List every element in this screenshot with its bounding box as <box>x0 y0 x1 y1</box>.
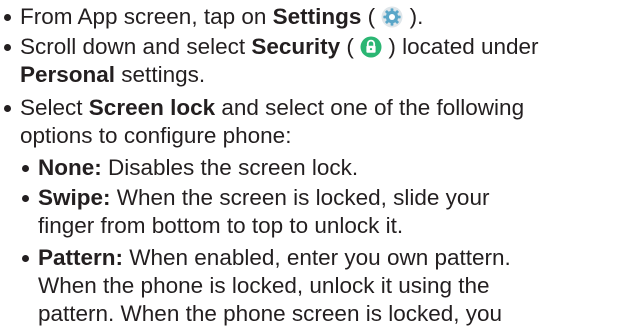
paren-open: ( <box>340 34 361 59</box>
paren-close: ) located under <box>382 34 539 59</box>
option-title: None: <box>38 155 102 180</box>
option-title: Swipe: <box>38 185 111 210</box>
option-pattern: Pattern: When enabled, enter you own pat… <box>38 244 511 272</box>
step-settings: From App screen, tap on Settings ( ). <box>20 3 423 31</box>
option-text: When the phone is locked, unlock it usin… <box>38 273 490 298</box>
bullet <box>22 165 29 172</box>
bullet <box>4 105 11 112</box>
settings-label: Settings <box>272 4 362 29</box>
option-text: pattern. When the phone screen is locked… <box>38 301 503 326</box>
step-security: Scroll down and select Security ( ) loca… <box>20 33 539 61</box>
bullet <box>22 195 29 202</box>
option-text: When enabled, enter you own pattern. <box>123 245 511 270</box>
bullet <box>4 44 11 51</box>
security-label: Security <box>251 34 341 59</box>
screen-lock-label: Screen lock <box>88 95 216 120</box>
option-pattern-continued: When the phone is locked, unlock it usin… <box>38 272 490 300</box>
option-text: finger from bottom to top to unlock it. <box>38 213 404 238</box>
step-text: Scroll down and select <box>20 34 252 59</box>
option-none: None: Disables the screen lock. <box>38 154 358 182</box>
lock-icon <box>360 36 382 58</box>
step-screen-lock: Select Screen lock and select one of the… <box>20 94 524 122</box>
step-text: settings. <box>115 62 206 87</box>
step-text: Select <box>20 95 89 120</box>
bullet <box>4 14 11 21</box>
step-text: and select one of the following <box>215 95 525 120</box>
step-text: From App screen, tap on <box>20 4 273 29</box>
step-screen-lock-continued: options to configure phone: <box>20 122 291 150</box>
option-title: Pattern: <box>38 245 124 270</box>
step-text: options to configure phone: <box>20 123 292 148</box>
option-text: When the screen is locked, slide your <box>110 185 490 210</box>
option-text: Disables the screen lock. <box>101 155 359 180</box>
paren-open: ( <box>361 4 382 29</box>
paren-close: ). <box>403 4 424 29</box>
settings-gear-icon <box>381 6 403 28</box>
bullet <box>22 255 29 262</box>
personal-label: Personal <box>20 62 116 87</box>
option-pattern-continued: pattern. When the phone screen is locked… <box>38 300 502 328</box>
instruction-page: From App screen, tap on Settings ( ). Sc <box>0 0 636 328</box>
option-swipe-continued: finger from bottom to top to unlock it. <box>38 212 403 240</box>
option-swipe: Swipe: When the screen is locked, slide … <box>38 184 489 212</box>
step-security-continued: Personal settings. <box>20 61 205 89</box>
